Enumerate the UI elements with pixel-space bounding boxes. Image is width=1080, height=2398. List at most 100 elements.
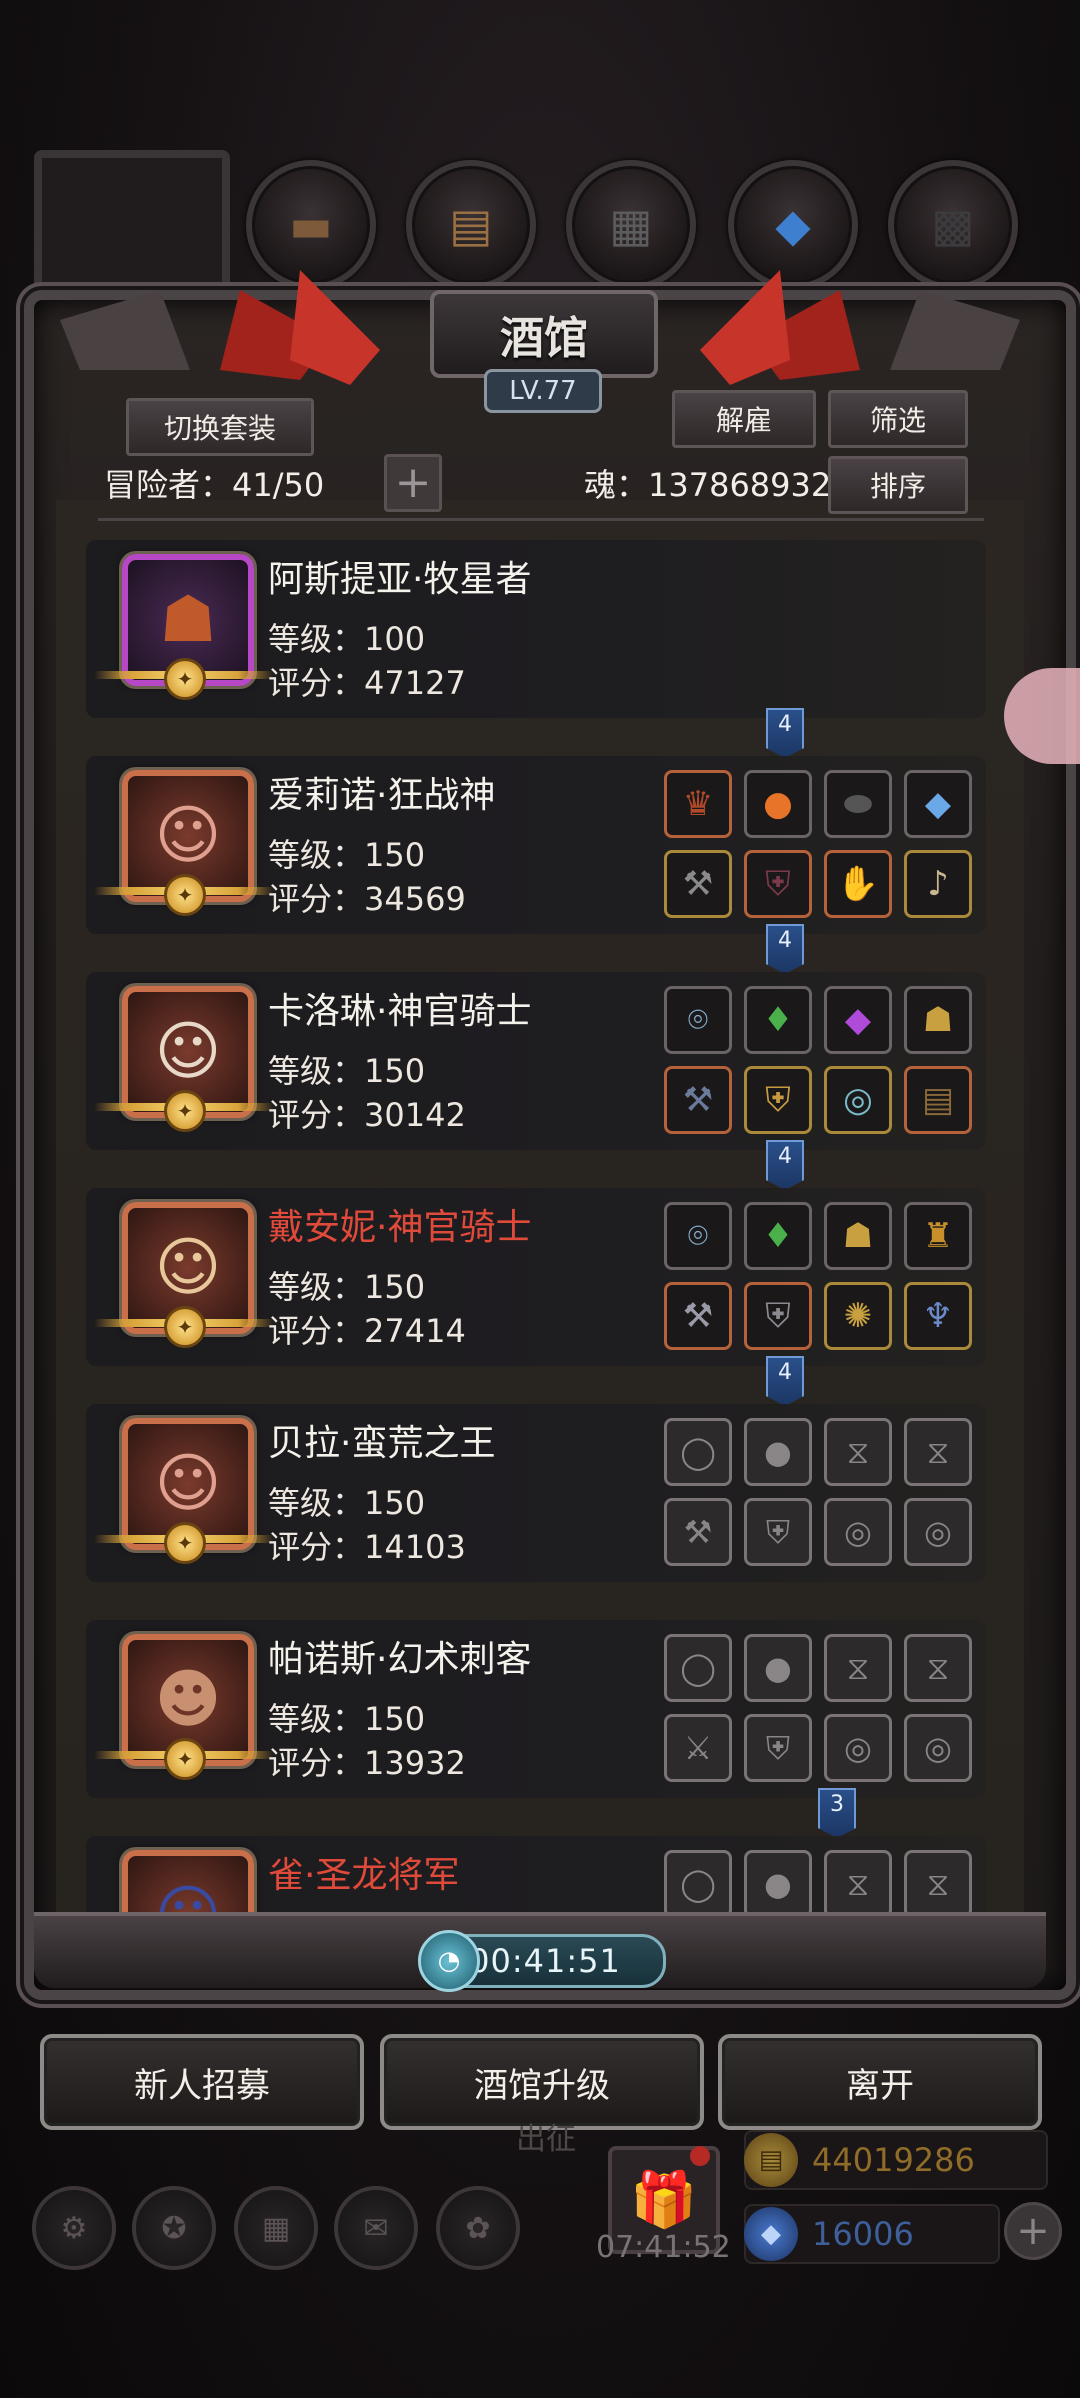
empty-weapon-slot-icon[interactable]: ⚒ (664, 1498, 732, 1566)
add-slot-button[interactable]: + (384, 454, 442, 512)
horn-icon[interactable]: ♪ (904, 850, 972, 918)
soul-count: 魂：137868932 (584, 466, 832, 504)
hero-name: 帕诺斯·幻术刺客 (268, 1639, 532, 1680)
equipment-grid: ◯ ● ⧖ ⧖ (664, 1850, 972, 1912)
hero-level: 等级：100 (268, 620, 426, 658)
gold-resource: ▤ 44019286 (744, 2130, 1048, 2190)
hero-name: 爱莉诺·狂战神 (268, 775, 496, 816)
empty-hourglass-slot-icon[interactable]: ⧖ (904, 1634, 972, 1702)
hero-card-partial-clip: ☺ 雀·圣龙将军 ◯ ● ⧖ ⧖ (86, 1836, 986, 1912)
hero-portrait: ☺ (122, 1850, 254, 1912)
hud-settings-icon[interactable]: ⚙ (32, 2186, 116, 2270)
set-badge: 4 (766, 924, 804, 974)
recruit-button[interactable]: 新人招募 (40, 2034, 364, 2130)
equipment-grid: ◯ ● ⧖ ⧖ ⚔ ⛨ ◎ ◎ (664, 1634, 972, 1784)
hero-name: 雀·圣龙将军 (268, 1855, 460, 1896)
hero-card[interactable]: ☺ ✦ 贝拉·蛮荒之王 等级：150 评分：14103 ◯ ● ⧖ ⧖ ⚒ ⛨ … (86, 1404, 986, 1582)
hud-map-icon[interactable]: ✿ (436, 2186, 520, 2270)
filter-button[interactable]: 筛选 (828, 390, 968, 448)
spiked-armor-icon[interactable]: ⛨ (744, 1282, 812, 1350)
empty-armor-slot-icon[interactable]: ⛨ (744, 1714, 812, 1782)
empty-necklace-slot-icon[interactable]: ◯ (664, 1634, 732, 1702)
eyepatch-man-icon: ☻ (154, 1663, 222, 1737)
tavern-level: LV.77 (484, 369, 602, 413)
empty-ring-slot-icon[interactable]: ◎ (824, 1498, 892, 1566)
notification-dot (690, 2146, 710, 2166)
blue-ring-icon[interactable]: ◎ (824, 1066, 892, 1134)
stone-icon[interactable]: ⬬ (824, 770, 892, 838)
gem-amount: 16006 (812, 2215, 914, 2253)
empty-drop-slot-icon[interactable]: ● (744, 1850, 812, 1912)
pendant-icon[interactable]: ♆ (904, 1282, 972, 1350)
empty-weapon-slot-icon[interactable]: ⚔ (664, 1714, 732, 1782)
empty-hourglass-slot-icon[interactable]: ⧖ (904, 1418, 972, 1486)
empty-hourglass-slot-icon[interactable]: ⧖ (904, 1850, 972, 1912)
hero-card[interactable]: ☺ ✦ 卡洛琳·神官骑士 等级：150 评分：30142 ⌾ ♦ ◆ ☗ ⚒ ⛨… (86, 972, 986, 1150)
tavern-title: 酒馆 (430, 290, 658, 378)
hero-level: 等级：150 (268, 836, 426, 874)
golden-armor-icon[interactable]: ⛨ (744, 1066, 812, 1134)
dark-ore-icon: ▩ (931, 198, 975, 252)
empty-armor-slot-icon[interactable]: ⛨ (744, 1498, 812, 1566)
bracer-icon[interactable]: ⌾ (664, 986, 732, 1054)
fire-orb-icon[interactable]: ● (744, 770, 812, 838)
equipment-grid: ♛ ● ⬬ ◆ ⚒ ⛨ ✋ ♪ (664, 770, 972, 920)
empty-hourglass-slot-icon[interactable]: ⧖ (824, 1850, 892, 1912)
hero-card[interactable]: ☺ 雀·圣龙将军 ◯ ● ⧖ ⧖ (86, 1836, 986, 1912)
blue-crystal-icon: ◆ (775, 198, 811, 252)
empty-hourglass-slot-icon[interactable]: ⧖ (824, 1634, 892, 1702)
hero-name: 阿斯提亚·牧星者 (268, 559, 532, 600)
dismiss-button[interactable]: 解雇 (672, 390, 816, 448)
armor-icon[interactable]: ⛨ (744, 850, 812, 918)
hud-clock: 07:41:52 (596, 2230, 731, 2265)
sort-button[interactable]: 排序 (828, 456, 968, 514)
purple-gem-icon[interactable]: ◆ (824, 986, 892, 1054)
lantern-icon[interactable]: ☗ (824, 1202, 892, 1270)
header-divider (98, 518, 984, 521)
empty-ring-slot-icon[interactable]: ◎ (824, 1714, 892, 1782)
hero-level: 等级：150 (268, 1268, 426, 1306)
hud-star-icon[interactable]: ✪ (132, 2186, 216, 2270)
green-lamp-icon[interactable]: ♜ (904, 1202, 972, 1270)
purple-gauntlet-icon[interactable]: ✋ (824, 850, 892, 918)
book-icon[interactable]: ▤ (904, 1066, 972, 1134)
blue-gem-icon[interactable]: ◆ (904, 770, 972, 838)
empty-necklace-slot-icon[interactable]: ◯ (664, 1850, 732, 1912)
hud-mail-icon[interactable]: ✉ (334, 2186, 418, 2270)
green-lantern-icon[interactable]: ♦ (744, 986, 812, 1054)
expedition-label: 出征 (516, 2122, 576, 2157)
lantern-icon[interactable]: ☗ (904, 986, 972, 1054)
switch-set-button[interactable]: 切换套装 (126, 398, 314, 456)
hero-score: 评分：30142 (268, 1096, 466, 1134)
green-lantern-icon[interactable]: ♦ (744, 1202, 812, 1270)
hero-name: 戴安妮·神官骑士 (268, 1207, 532, 1248)
hero-card[interactable]: ☺ ✦ 戴安妮·神官骑士 等级：150 评分：27414 ⌾ ♦ ☗ ♜ ⚒ ⛨… (86, 1188, 986, 1366)
axe-icon[interactable]: ⚒ (664, 850, 732, 918)
red-hair-woman-icon: ☺ (154, 799, 222, 873)
hero-score: 评分：13932 (268, 1744, 466, 1782)
hammer-icon[interactable]: ⚒ (664, 1282, 732, 1350)
set-badge: 4 (766, 1140, 804, 1190)
nun-icon: ☺ (154, 1015, 222, 1089)
hero-card[interactable]: ☺ ✦ 爱莉诺·狂战神 等级：150 评分：34569 ♛ ● ⬬ ◆ ⚒ ⛨ … (86, 756, 986, 934)
gold-ring-icon[interactable]: ✺ (824, 1282, 892, 1350)
red-hair-woman-icon: ☺ (154, 1447, 222, 1521)
wood-plank-icon: ▤ (449, 198, 493, 252)
hammer-icon[interactable]: ⚒ (664, 1066, 732, 1134)
helm-icon[interactable]: ♛ (664, 770, 732, 838)
empty-hourglass-slot-icon[interactable]: ⧖ (824, 1418, 892, 1486)
hero-card[interactable]: ☻ ✦ 帕诺斯·幻术刺客 等级：150 评分：13932 ◯ ● ⧖ ⧖ ⚔ ⛨… (86, 1620, 986, 1798)
hud-grid-icon[interactable]: ▦ (234, 2186, 318, 2270)
bracer-icon[interactable]: ⌾ (664, 1202, 732, 1270)
add-gems-button[interactable]: + (1004, 2202, 1062, 2260)
star-badge-icon: ✦ (164, 1738, 206, 1780)
empty-necklace-slot-icon[interactable]: ◯ (664, 1418, 732, 1486)
empty-drop-slot-icon[interactable]: ● (744, 1634, 812, 1702)
blue-hair-icon: ☺ (155, 1879, 222, 1912)
hero-card[interactable]: ☗ ✦ 阿斯提亚·牧星者 等级：100 评分：47127 (86, 540, 986, 718)
empty-ring-slot-icon[interactable]: ◎ (904, 1714, 972, 1782)
set-badge: 4 (766, 708, 804, 758)
leave-button[interactable]: 离开 (718, 2034, 1042, 2130)
empty-ring-slot-icon[interactable]: ◎ (904, 1498, 972, 1566)
empty-drop-slot-icon[interactable]: ● (744, 1418, 812, 1486)
